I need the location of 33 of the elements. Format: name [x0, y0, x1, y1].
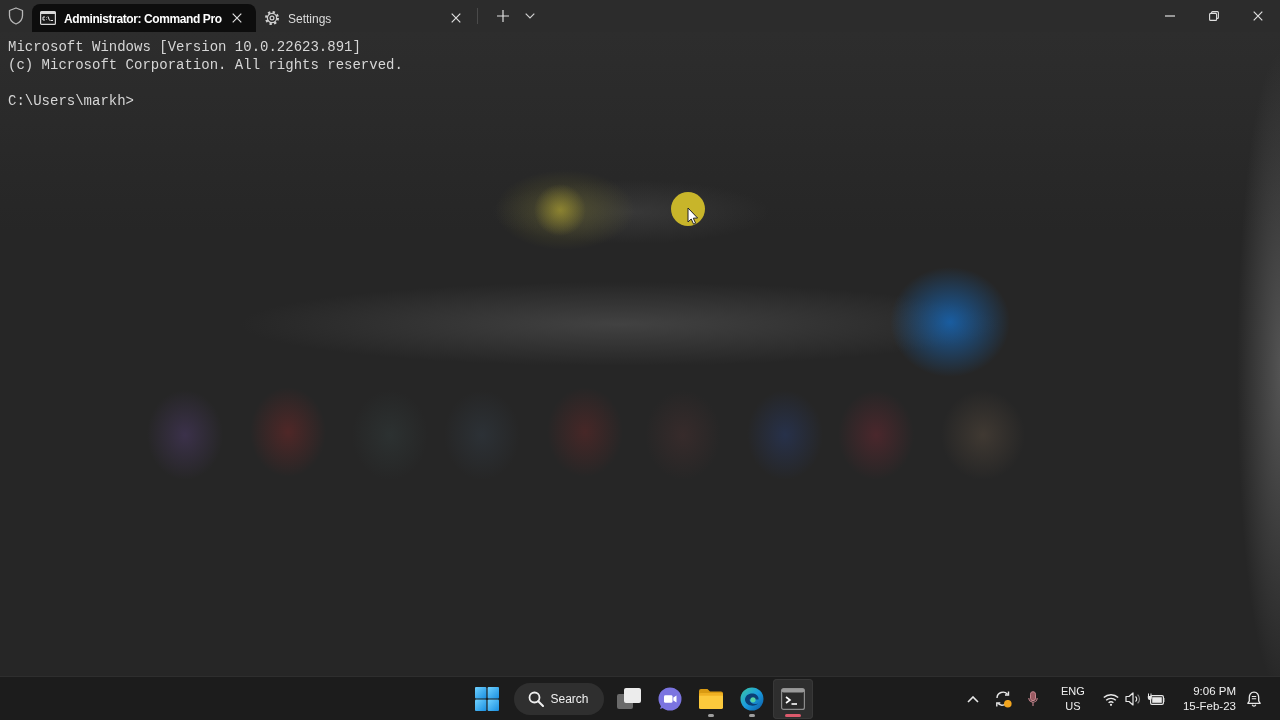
browser-icon	[739, 687, 764, 711]
clock-button[interactable]: 9:06 PM 15-Feb-23	[1176, 681, 1238, 717]
task-view-icon	[616, 688, 641, 710]
language-button[interactable]: ENG US	[1054, 681, 1091, 717]
minimize-icon	[1165, 15, 1175, 17]
plus-icon	[497, 10, 509, 22]
chevron-down-icon	[525, 13, 535, 19]
restore-icon	[1209, 11, 1219, 21]
folder-icon	[698, 689, 723, 709]
taskbar-app-button[interactable]	[772, 679, 813, 719]
gear-icon	[264, 10, 280, 26]
terminal-icon	[40, 11, 56, 25]
video-chat-icon	[657, 687, 682, 711]
windows-logo-icon	[474, 687, 499, 711]
tab[interactable]: Administrator: Command Pro	[32, 4, 256, 32]
microphone-icon	[1027, 691, 1038, 707]
sync-icon	[993, 690, 1012, 708]
battery-icon[interactable]	[1146, 693, 1165, 705]
close-icon	[232, 13, 242, 23]
terminal-icon	[780, 688, 805, 710]
shield-icon	[8, 7, 24, 25]
chevron-up-icon	[966, 695, 979, 703]
console-output-line: (c) Microsoft Corporation. All rights reserved.	[8, 56, 403, 74]
wifi-icon[interactable]	[1102, 692, 1119, 706]
search-button[interactable]: Search	[513, 683, 604, 715]
close-icon	[451, 13, 461, 23]
command-prompt: C:\Users\markh>	[8, 92, 135, 110]
speaker-icon[interactable]	[1124, 692, 1141, 706]
notification-icon	[1246, 691, 1262, 707]
close-icon	[1253, 11, 1263, 21]
search-icon	[528, 691, 545, 707]
console-output-line: Microsoft Windows [Version 10.0.22623.891]	[8, 38, 361, 56]
tab[interactable]: Settings	[256, 4, 475, 32]
